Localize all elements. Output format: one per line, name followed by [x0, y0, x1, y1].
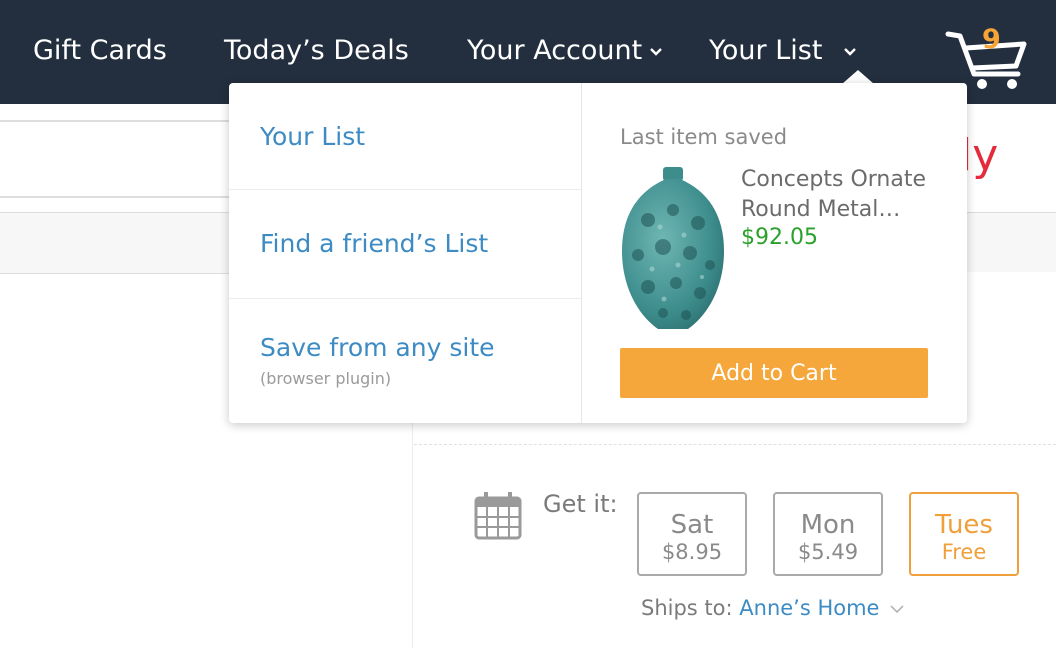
- dropdown-row: Your List: [229, 83, 581, 190]
- cart-count-badge: 9: [982, 24, 1001, 55]
- browser-plugin-note: (browser plugin): [260, 369, 392, 388]
- your-list-link[interactable]: Your List: [260, 122, 365, 151]
- nav-your-account[interactable]: Your Account: [467, 33, 663, 69]
- dropdown-caret: [842, 70, 874, 84]
- add-to-cart-button[interactable]: Add to Cart: [620, 348, 928, 398]
- divider: [414, 444, 1056, 445]
- delivery-option-sat[interactable]: Sat $8.95: [637, 492, 747, 576]
- saved-product-name[interactable]: Concepts Ornate Round Metal…: [741, 165, 951, 225]
- nav-gift-cards[interactable]: Gift Cards: [33, 33, 167, 69]
- delivery-price: $5.49: [797, 540, 859, 564]
- background-search-box: [0, 120, 234, 198]
- delivery-price: $8.95: [661, 540, 723, 564]
- get-it-label: Get it:: [543, 490, 618, 518]
- nav-your-list[interactable]: Your List: [709, 33, 857, 69]
- dropdown-row: Find a friend’s List: [229, 190, 581, 299]
- calendar-icon: [474, 492, 522, 540]
- delivery-option-mon[interactable]: Mon $5.49: [773, 492, 883, 576]
- nav-your-list-label: Your List: [709, 35, 823, 66]
- last-item-saved-panel: Last item saved Concepts Ornate Round Me…: [582, 83, 967, 423]
- nav-todays-deals[interactable]: Today’s Deals: [224, 33, 409, 69]
- find-friends-list-link[interactable]: Find a friend’s List: [260, 229, 488, 258]
- saved-product-price: $92.05: [741, 225, 818, 250]
- chevron-down-icon[interactable]: [890, 604, 904, 614]
- your-list-dropdown: Your List Find a friend’s List Save from…: [229, 83, 967, 423]
- last-item-saved-label: Last item saved: [620, 125, 788, 149]
- ships-to-address-link[interactable]: Anne’s Home: [739, 596, 879, 620]
- delivery-day: Tues: [935, 510, 993, 540]
- save-from-any-site-link[interactable]: Save from any site: [260, 333, 495, 362]
- chevron-down-icon: [844, 47, 857, 56]
- ships-to-label: Ships to:: [641, 596, 733, 620]
- vase-image[interactable]: [618, 165, 728, 333]
- delivery-day: Mon: [800, 510, 856, 540]
- delivery-day: Sat: [670, 510, 714, 540]
- ships-to: Ships to: Anne’s Home: [641, 596, 879, 620]
- delivery-option-tues[interactable]: Tues Free: [909, 492, 1019, 576]
- nav-your-account-label: Your Account: [467, 35, 643, 66]
- delivery-price: Free: [941, 540, 987, 564]
- chevron-down-icon: [650, 47, 663, 56]
- dropdown-links-column: Your List Find a friend’s List Save from…: [229, 83, 582, 423]
